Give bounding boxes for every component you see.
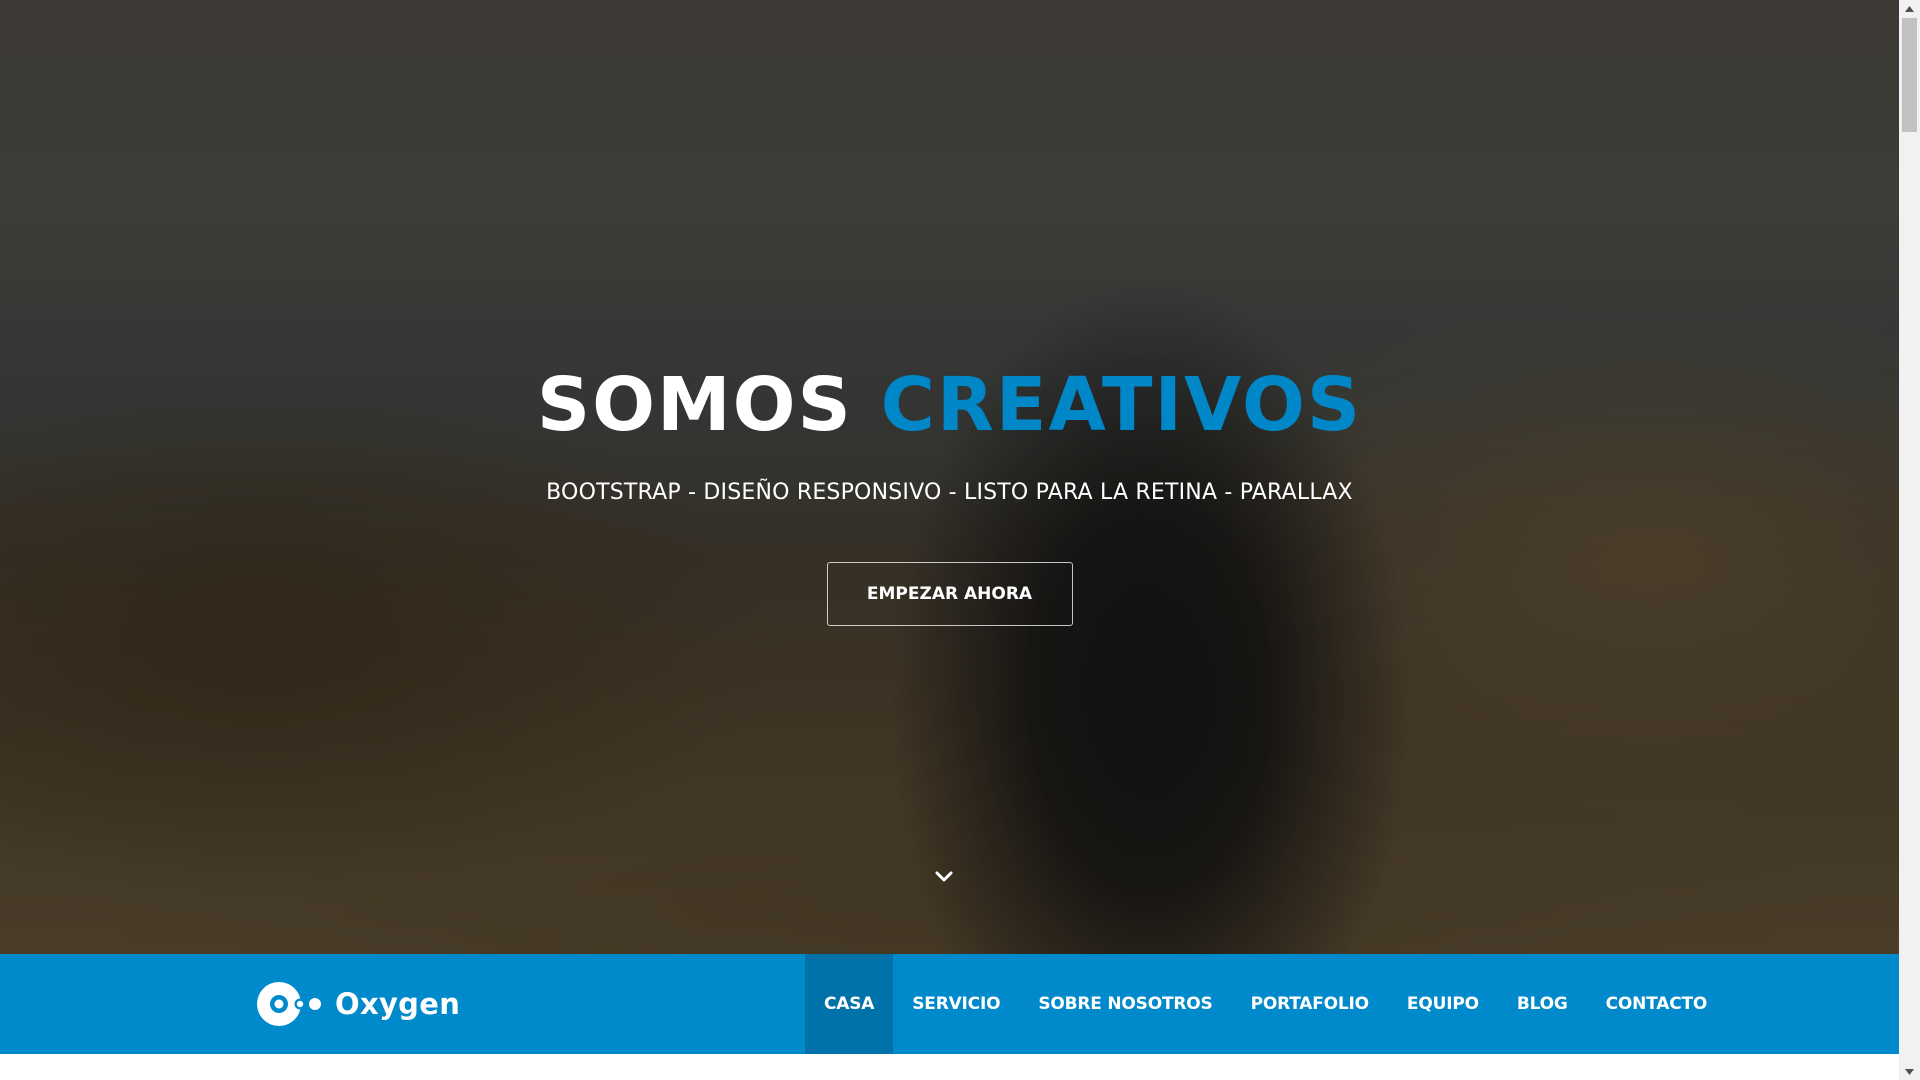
scroll-down-arrow-icon[interactable] [1899,1063,1920,1080]
hero-section: SOMOS CREATIVOS BOOTSTRAP - DISEÑO RESPO… [0,0,1899,954]
hero-title: SOMOS CREATIVOS [0,362,1899,448]
hero-subtitle: BOOTSTRAP - DISEÑO RESPONSIVO - LISTO PA… [546,480,1353,506]
brand-logo[interactable]: Oxygen [255,978,460,1030]
nav-item-portafolio[interactable]: PORTAFOLIO [1232,954,1388,1054]
oxygen-logo-icon [257,982,321,1026]
start-now-button[interactable]: EMPEZAR AHORA [826,562,1073,627]
chevron-down-icon[interactable] [934,867,954,887]
hero-title-accent: CREATIVOS [880,362,1363,448]
scrollbar-thumb[interactable] [1902,18,1917,132]
nav-item-blog[interactable]: BLOG [1498,954,1587,1054]
vertical-scrollbar[interactable] [1899,0,1920,1080]
brand-name: Oxygen [335,987,461,1021]
nav-item-equipo[interactable]: EQUIPO [1388,954,1498,1054]
nav-item-servicio[interactable]: SERVICIO [893,954,1019,1054]
nav-item-sobre-nosotros[interactable]: SOBRE NOSOTROS [1019,954,1231,1054]
hero-content: SOMOS CREATIVOS BOOTSTRAP - DISEÑO RESPO… [0,362,1899,627]
main-navbar: Oxygen CASA SERVICIO SOBRE NOSOTROS PORT… [0,954,1899,1054]
nav-menu: CASA SERVICIO SOBRE NOSOTROS PORTAFOLIO … [805,954,1726,1054]
nav-item-casa[interactable]: CASA [805,954,894,1054]
nav-item-contacto[interactable]: CONTACTO [1587,954,1727,1054]
hero-title-main: SOMOS [536,362,853,448]
scroll-up-arrow-icon[interactable] [1899,0,1920,17]
